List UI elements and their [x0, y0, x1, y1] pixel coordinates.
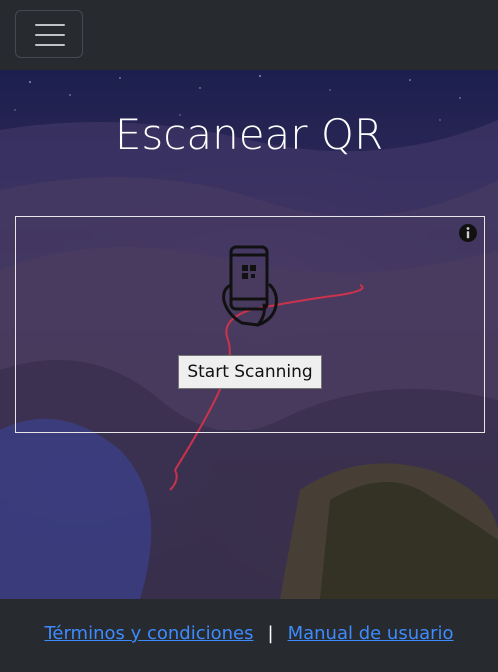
- info-icon[interactable]: [458, 223, 478, 243]
- start-scanning-button[interactable]: Start Scanning: [178, 355, 322, 389]
- hamburger-icon: [35, 24, 65, 26]
- hero-background: Escanear QR Start Scanning: [0, 70, 498, 599]
- page-title: Escanear QR: [114, 110, 384, 159]
- hamburger-icon-bar: [35, 44, 65, 46]
- phone-qr-scan-icon: [222, 245, 278, 327]
- footer: Términos y condiciones | Manual de usuario: [0, 599, 498, 672]
- top-navbar: [0, 0, 498, 70]
- footer-links: Términos y condiciones | Manual de usuario: [0, 623, 498, 644]
- menu-toggle-button[interactable]: [15, 10, 83, 58]
- qr-scanner-panel: Start Scanning: [15, 216, 485, 433]
- hamburger-icon-bar: [35, 34, 65, 36]
- terms-link[interactable]: Términos y condiciones: [44, 623, 253, 644]
- footer-separator: |: [267, 623, 274, 644]
- user-manual-link[interactable]: Manual de usuario: [288, 623, 454, 644]
